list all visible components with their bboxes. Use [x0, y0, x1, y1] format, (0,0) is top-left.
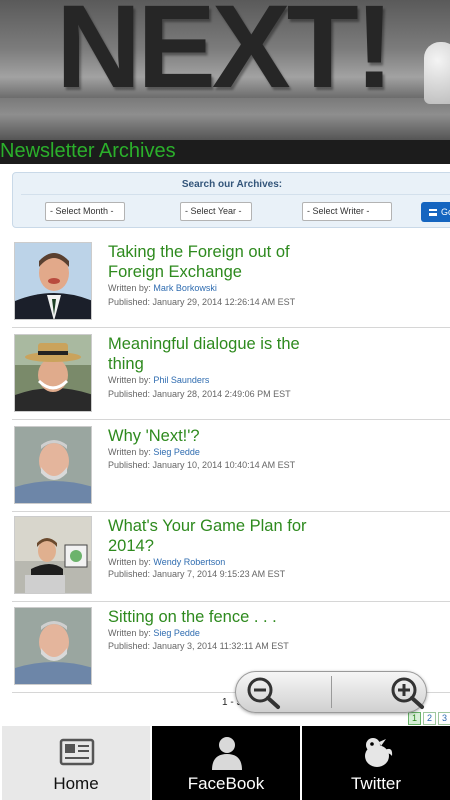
written-by-label: Written by:	[108, 557, 151, 567]
article-byline: Written by: Sieg Pedde	[108, 628, 200, 638]
tab-twitter[interactable]: Twitter	[302, 726, 450, 800]
twitter-bird-icon	[365, 738, 393, 767]
written-by-label: Written by:	[108, 283, 151, 293]
author-photo	[14, 516, 92, 594]
tab-facebook[interactable]: FaceBook	[152, 726, 300, 800]
written-by-label: Written by:	[108, 447, 151, 457]
article-byline: Written by: Sieg Pedde	[108, 447, 200, 457]
author-link[interactable]: Sieg Pedde	[153, 447, 200, 457]
tab-facebook-label: FaceBook	[187, 774, 265, 793]
article-byline: Written by: Phil Saunders	[108, 375, 209, 385]
article-published: Published: January 3, 2014 11:32:11 AM E…	[108, 641, 289, 651]
author-photo	[14, 242, 92, 320]
author-link[interactable]: Mark Borkowski	[153, 283, 217, 293]
article-published: Published: January 7, 2014 9:15:23 AM ES…	[108, 569, 286, 579]
article-title[interactable]: What's Your Game Plan for 2014?	[108, 516, 338, 556]
author-photo	[14, 607, 92, 685]
author-link[interactable]: Wendy Robertson	[153, 557, 225, 567]
article-title[interactable]: Meaningful dialogue is the thing	[108, 334, 338, 374]
article-title[interactable]: Taking the Foreign out of Foreign Exchan…	[108, 242, 338, 282]
zoom-out-button[interactable]	[236, 672, 332, 712]
zoom-controls	[235, 671, 427, 713]
list-icon	[429, 209, 437, 216]
article-item[interactable]: Meaningful dialogue is the thing Written…	[12, 328, 450, 420]
article-byline: Written by: Wendy Robertson	[108, 557, 225, 567]
search-divider	[21, 194, 450, 195]
search-title: Search our Archives:	[181, 179, 283, 190]
article-byline: Written by: Mark Borkowski	[108, 283, 217, 293]
written-by-label: Written by:	[108, 375, 151, 385]
month-select[interactable]: - Select Month -	[45, 202, 125, 221]
author-photo	[14, 334, 92, 412]
article-item[interactable]: Taking the Foreign out of Foreign Exchan…	[12, 236, 450, 328]
go-button[interactable]: Go	[421, 202, 450, 222]
writer-select[interactable]: - Select Writer -	[302, 202, 392, 221]
written-by-label: Written by:	[108, 628, 151, 638]
go-button-label: Go	[441, 207, 450, 217]
author-photo	[14, 426, 92, 504]
zoom-out-icon	[247, 677, 280, 709]
article-title[interactable]: Why 'Next!'?	[108, 426, 338, 446]
banner-logo-text: NEXT!	[56, 0, 394, 113]
article-published: Published: January 29, 2014 12:26:14 AM …	[108, 297, 296, 307]
article-item[interactable]: Why 'Next!'? Written by: Sieg Pedde Publ…	[12, 420, 450, 512]
page-3-button[interactable]: 3	[438, 712, 450, 725]
article-published: Published: January 10, 2014 10:40:14 AM …	[108, 460, 296, 470]
facebook-person-icon	[212, 737, 242, 770]
year-select[interactable]: - Select Year -	[180, 202, 252, 221]
article-item[interactable]: What's Your Game Plan for 2014? Written …	[12, 510, 450, 602]
zoom-in-icon	[391, 677, 424, 709]
bottom-tab-bar: Home FaceBook Twitter	[0, 726, 450, 800]
home-icon	[59, 738, 95, 766]
app-screen: NEXT! Newsletter Archives Search our Arc…	[0, 0, 450, 800]
zoom-in-button[interactable]	[332, 672, 428, 712]
search-panel: Search our Archives: - Select Month - - …	[12, 172, 450, 228]
tab-home[interactable]: Home	[2, 726, 150, 800]
author-link[interactable]: Phil Saunders	[153, 375, 209, 385]
article-published: Published: January 28, 2014 2:49:06 PM E…	[108, 389, 291, 399]
header-banner: NEXT!	[0, 0, 450, 140]
banner-figure	[424, 42, 450, 104]
article-title[interactable]: Sitting on the fence . . .	[108, 607, 338, 627]
heading-bar: Newsletter Archives	[0, 140, 450, 164]
page-title: Newsletter Archives	[0, 140, 176, 162]
author-link[interactable]: Sieg Pedde	[153, 628, 200, 638]
page-1-button[interactable]: 1	[408, 712, 421, 725]
page-2-button[interactable]: 2	[423, 712, 436, 725]
tab-home-label: Home	[53, 774, 99, 793]
tab-twitter-label: Twitter	[350, 774, 402, 793]
